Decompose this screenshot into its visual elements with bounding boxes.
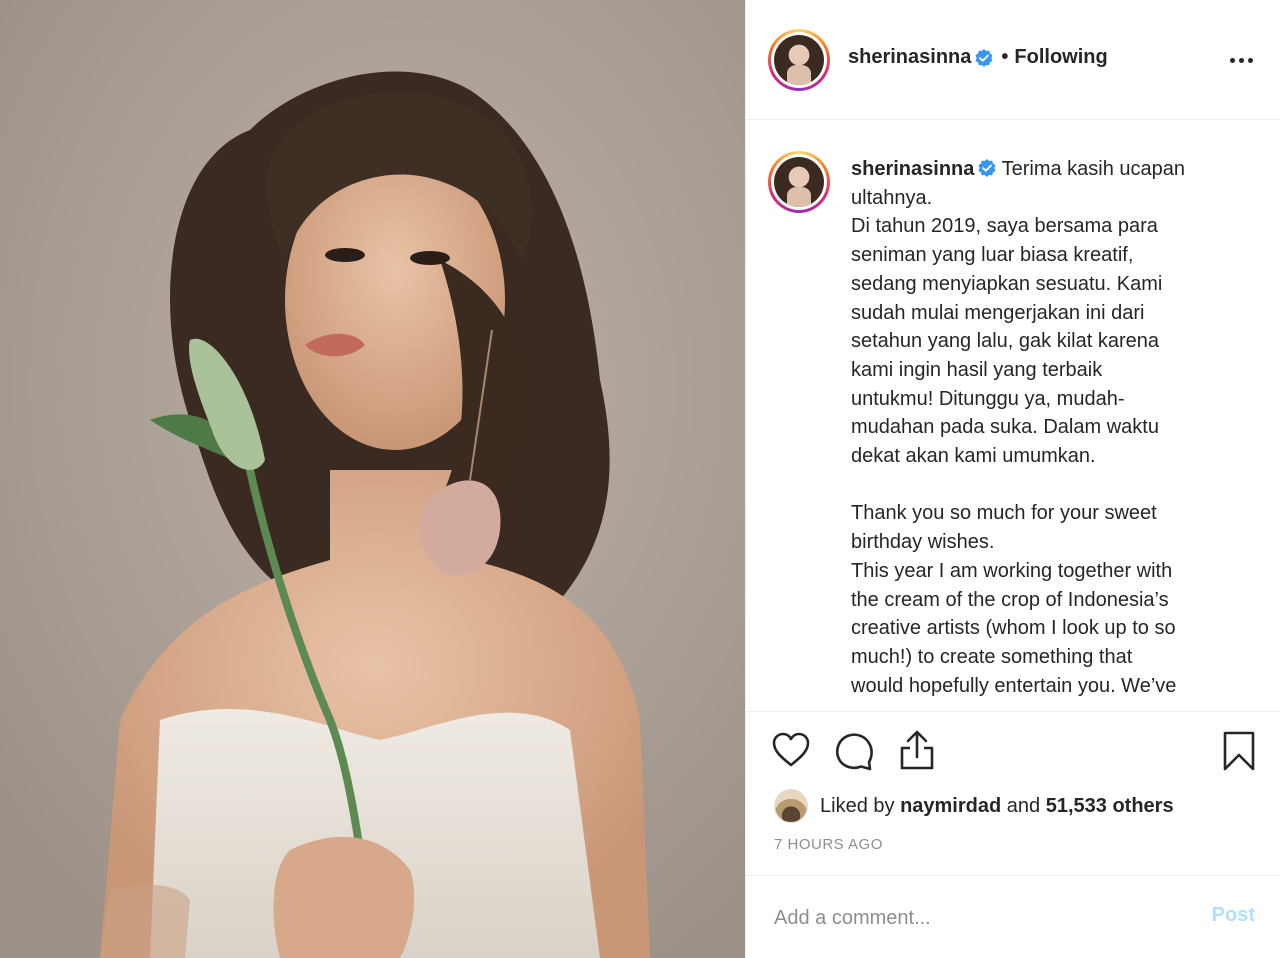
verified-badge-icon — [975, 48, 993, 67]
comment-bar: Post — [746, 875, 1280, 958]
avatar-image — [774, 157, 824, 207]
liker-avatar[interactable] — [774, 789, 808, 823]
share-icon — [900, 730, 934, 770]
portrait-illustration — [0, 0, 745, 958]
post-comment-button[interactable]: Post — [1212, 904, 1255, 927]
save-button[interactable] — [1222, 730, 1256, 772]
avatar-image — [774, 35, 824, 85]
post-header: sherinasinna • Following — [746, 0, 1280, 120]
post-photo[interactable] — [0, 0, 745, 958]
header-text: sherinasinna • Following — [848, 46, 1108, 69]
comment-button[interactable] — [834, 731, 874, 771]
more-horizontal-icon — [1230, 58, 1235, 63]
heart-icon — [772, 732, 810, 767]
likes-prefix: Liked by — [820, 794, 895, 817]
post-side-panel: sherinasinna • Following sherinasinna Te… — [745, 0, 1280, 958]
likes-middle: and — [1006, 794, 1041, 817]
comments-section[interactable]: sherinasinna Terima kasih ucapan ultahny… — [746, 120, 1280, 712]
liker-username[interactable]: naymirdad — [900, 795, 1001, 818]
comment-input[interactable] — [772, 900, 1176, 936]
post-caption: sherinasinna Terima kasih ucapan ultahny… — [851, 155, 1251, 700]
author-username[interactable]: sherinasinna — [848, 46, 971, 69]
following-button[interactable]: Following — [1014, 46, 1107, 69]
more-options-button[interactable] — [1228, 46, 1255, 69]
post-timestamp[interactable]: 7 HOURS AGO — [774, 836, 883, 853]
caption-text: Terima kasih ucapan ultahnya. Di tahun 2… — [851, 158, 1186, 697]
caption-author-avatar[interactable] — [768, 151, 830, 213]
action-bar — [746, 712, 1280, 782]
comment-icon — [835, 733, 873, 771]
bookmark-icon — [1223, 731, 1255, 771]
verified-badge-icon — [978, 159, 996, 177]
instagram-post: sherinasinna • Following sherinasinna Te… — [0, 0, 1280, 958]
like-button[interactable] — [771, 731, 811, 769]
share-button[interactable] — [899, 729, 935, 771]
caption-username[interactable]: sherinasinna — [851, 158, 974, 180]
author-avatar[interactable] — [768, 29, 830, 91]
likes-others-link[interactable]: 51,533 others — [1046, 795, 1174, 818]
likes-summary: Liked by naymirdad and 51,533 others — [774, 789, 1174, 823]
separator-dot: • — [1001, 46, 1009, 68]
